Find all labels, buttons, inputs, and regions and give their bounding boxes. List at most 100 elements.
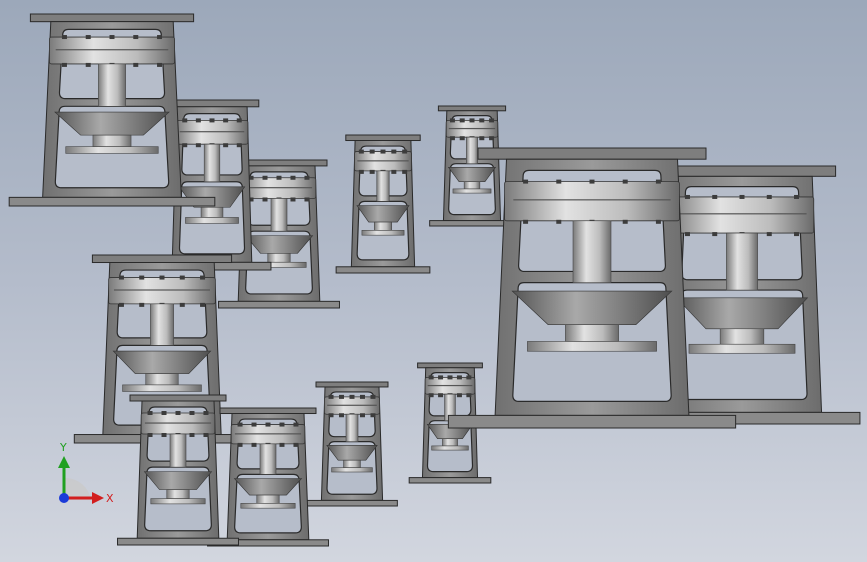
shaft bbox=[98, 63, 126, 107]
flange-seam bbox=[144, 422, 212, 424]
coordinate-triad: Y X bbox=[58, 441, 114, 505]
bolt-head bbox=[684, 232, 690, 237]
bolt-head bbox=[370, 394, 376, 399]
bolt-head bbox=[61, 35, 67, 40]
lower-flange bbox=[527, 341, 657, 352]
shaft bbox=[203, 143, 221, 183]
shaft bbox=[466, 136, 478, 165]
shaft bbox=[259, 443, 277, 475]
stand-instance[interactable] bbox=[335, 134, 431, 274]
bolt-head bbox=[200, 275, 206, 280]
bolt-head bbox=[459, 136, 465, 141]
lower-hub bbox=[92, 134, 132, 147]
bolt-head bbox=[328, 413, 334, 418]
bolt-head bbox=[380, 149, 386, 154]
lower-hub bbox=[267, 253, 291, 263]
bolt-head bbox=[189, 433, 195, 437]
flange-seam bbox=[245, 187, 313, 189]
shaft bbox=[169, 433, 187, 468]
bolt-head bbox=[766, 194, 772, 199]
bolt-head bbox=[139, 302, 145, 307]
lower-flange bbox=[122, 384, 202, 392]
bolt-head bbox=[223, 118, 229, 123]
lower-flange bbox=[361, 230, 405, 236]
bolt-head bbox=[133, 62, 139, 67]
bolt-head bbox=[328, 394, 334, 399]
bolt-head bbox=[523, 179, 529, 184]
bolt-head bbox=[237, 422, 243, 427]
bolt-head bbox=[349, 394, 355, 399]
bolt-head bbox=[203, 433, 209, 437]
model-scene[interactable] bbox=[0, 0, 867, 562]
shaft bbox=[270, 198, 288, 232]
bolt-head bbox=[133, 35, 139, 40]
bolt-head bbox=[209, 118, 215, 123]
bolt-head bbox=[61, 62, 67, 67]
lower-flange bbox=[688, 343, 796, 354]
bolt-head bbox=[251, 442, 257, 447]
bolt-head bbox=[290, 175, 296, 180]
upper-flange bbox=[669, 196, 815, 234]
lower-flange bbox=[331, 467, 373, 473]
bolt-head bbox=[428, 393, 434, 398]
bolt-head bbox=[182, 118, 188, 123]
stand-instance[interactable] bbox=[207, 407, 329, 547]
bolt-head bbox=[712, 232, 718, 237]
shaft bbox=[726, 232, 758, 291]
lower-hub bbox=[442, 438, 458, 447]
bolt-head bbox=[556, 179, 562, 184]
lower-hub bbox=[463, 181, 481, 190]
bolt-head bbox=[684, 194, 690, 199]
bolt-head bbox=[622, 219, 628, 224]
base-plate bbox=[306, 499, 398, 507]
base-plate bbox=[408, 477, 492, 484]
top-plate bbox=[417, 362, 483, 369]
bolt-head bbox=[265, 422, 271, 427]
base-plate bbox=[429, 220, 515, 227]
bolt-head bbox=[85, 35, 91, 40]
bolt-head bbox=[489, 136, 495, 141]
bolt-head bbox=[304, 175, 310, 180]
bolt-head bbox=[109, 35, 115, 40]
shaft bbox=[150, 303, 174, 346]
bolt-head bbox=[391, 169, 397, 174]
bolt-head bbox=[359, 394, 365, 399]
lower-flange bbox=[185, 217, 239, 224]
lower-hub bbox=[166, 489, 190, 499]
stand-instance[interactable] bbox=[306, 381, 398, 507]
bolt-head bbox=[469, 118, 475, 123]
bolt-head bbox=[489, 118, 495, 123]
bolt-head bbox=[449, 118, 455, 123]
graphics-viewport[interactable]: Y X bbox=[0, 0, 867, 562]
bolt-head bbox=[459, 118, 465, 123]
bolt-head bbox=[161, 411, 167, 415]
flange-seam bbox=[357, 160, 409, 162]
bolt-head bbox=[279, 442, 285, 447]
flange-seam bbox=[179, 131, 245, 133]
bolt-head bbox=[293, 442, 299, 447]
bolt-head bbox=[402, 169, 408, 174]
base-plate bbox=[117, 537, 239, 546]
bolt-head bbox=[622, 179, 628, 184]
bolt-head bbox=[339, 394, 345, 399]
bolt-head bbox=[179, 302, 185, 307]
y-axis-label: Y bbox=[59, 441, 67, 454]
bolt-head bbox=[175, 411, 181, 415]
flange-seam bbox=[427, 384, 473, 387]
upper-flange bbox=[504, 181, 680, 222]
bolt-head bbox=[391, 149, 397, 154]
base-plate bbox=[218, 300, 340, 309]
top-plate bbox=[477, 147, 707, 160]
bolt-head bbox=[157, 35, 163, 40]
bolt-head bbox=[200, 302, 206, 307]
lower-hub bbox=[343, 459, 361, 468]
stand-instance[interactable] bbox=[429, 105, 515, 227]
bolt-head bbox=[456, 393, 462, 398]
bolt-head bbox=[139, 275, 145, 280]
bolt-head bbox=[237, 442, 243, 447]
bolt-head bbox=[766, 232, 772, 237]
bolt-head bbox=[262, 197, 268, 202]
shaft bbox=[345, 413, 359, 442]
top-plate bbox=[315, 381, 389, 388]
bolt-head bbox=[262, 175, 268, 180]
